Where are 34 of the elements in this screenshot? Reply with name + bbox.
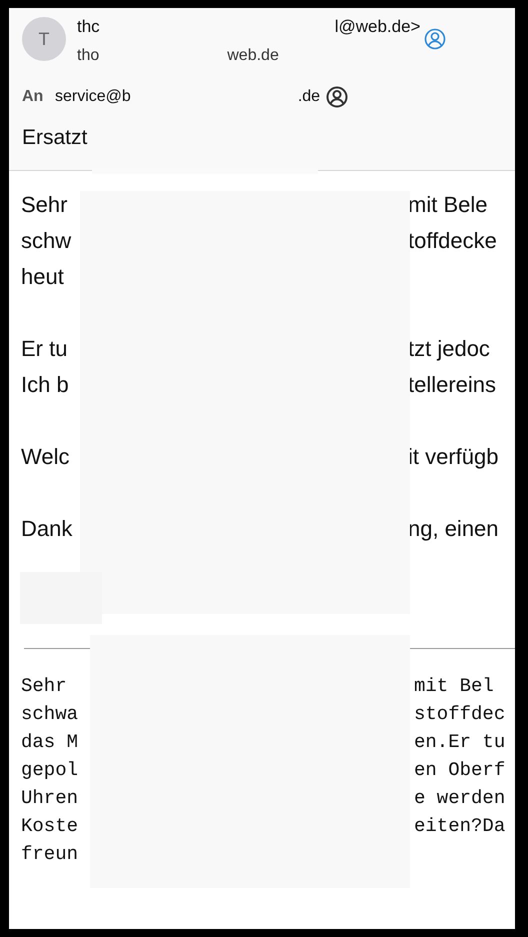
sender-address: web.de	[227, 47, 279, 65]
avatar: T	[22, 17, 66, 61]
recipient-label: An	[22, 88, 44, 106]
plain-text: Sehr	[21, 674, 68, 699]
plain-text: stoffdec	[414, 702, 506, 727]
plain-text: mit Bel	[414, 674, 495, 699]
body-text: mit Bele	[408, 191, 488, 219]
plain-text: freun	[21, 842, 80, 867]
sender-name: thc	[77, 17, 100, 37]
plain-text: gepol	[21, 758, 80, 783]
subject: Ersatzt	[22, 126, 88, 150]
plain-text: eiten?Da	[414, 814, 506, 839]
body-text: toffdecke	[408, 227, 498, 255]
sender-address: tho	[77, 47, 100, 65]
plain-text: e werden	[414, 786, 506, 811]
recipient-address: service@b	[55, 88, 131, 106]
body-text: schw	[21, 227, 72, 255]
body-text: Sehr	[21, 191, 68, 219]
body-text: tellereins	[408, 371, 498, 399]
plain-text: en Oberf	[414, 758, 506, 783]
person-icon[interactable]	[326, 86, 348, 108]
recipient-address: .de	[298, 88, 320, 106]
body-text: heut	[21, 263, 65, 291]
plain-text: schwa	[21, 702, 80, 727]
body-text: Dank	[21, 515, 74, 543]
body-text: ng, einen	[408, 515, 500, 543]
body-text: Welc	[21, 443, 70, 471]
plain-text: Uhren	[21, 786, 80, 811]
sender-name: l@web.de>	[334, 17, 420, 37]
body-text: Ich b	[21, 371, 70, 399]
plain-text: Koste	[21, 814, 80, 839]
body-text: Er tu	[21, 335, 68, 363]
plain-text: das M	[21, 730, 80, 755]
plain-text: en.Er tu	[414, 730, 506, 755]
